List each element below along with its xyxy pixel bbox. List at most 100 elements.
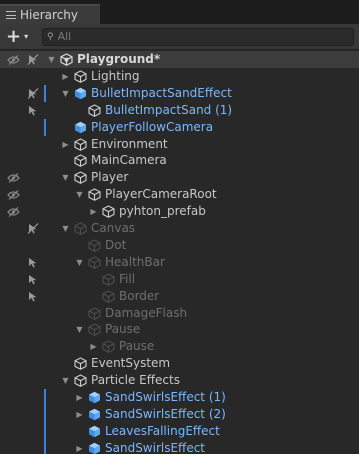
hierarchy-row[interactable]: ▶ Lighting	[0, 68, 359, 85]
visibility-gutter[interactable]	[0, 203, 42, 220]
visibility-gutter[interactable]	[0, 169, 42, 186]
hierarchy-row[interactable]: ▼ HealthBar	[0, 254, 359, 271]
row-label: Canvas	[91, 221, 136, 235]
expand-arrow-down-icon[interactable]: ▼	[61, 89, 70, 98]
visibility-gutter[interactable]	[0, 152, 42, 169]
expand-arrow-down-icon[interactable]: ▼	[75, 258, 84, 267]
gameobject-icon	[88, 239, 101, 252]
pickable-partial-icon[interactable]	[27, 291, 39, 302]
hierarchy-row[interactable]: EventSystem	[0, 355, 359, 372]
hierarchy-row[interactable]: ▶ SandSwirlsEffect (1)	[0, 389, 359, 406]
search-input[interactable]	[57, 30, 328, 43]
hierarchy-row[interactable]: ▶ SandSwirlsEffect (2)	[0, 405, 359, 423]
visibility-gutter[interactable]	[0, 119, 42, 136]
hierarchy-row[interactable]: ▶ pyhton_prefab	[0, 203, 359, 220]
gameobject-icon	[74, 222, 87, 235]
eye-hidden-icon[interactable]	[7, 189, 20, 201]
menu-icon[interactable]	[6, 11, 16, 19]
row-label: BulletImpactSandEffect	[91, 85, 232, 100]
hierarchy-row[interactable]: ▼ BulletImpactSandEffect	[0, 84, 359, 102]
override-indicator	[44, 422, 46, 440]
visibility-gutter[interactable]	[0, 389, 42, 406]
visibility-gutter[interactable]	[0, 68, 42, 85]
expand-arrow-down-icon[interactable]: ▼	[61, 224, 70, 233]
visibility-gutter[interactable]	[0, 102, 42, 119]
eye-hidden-icon[interactable]	[7, 172, 20, 184]
visibility-gutter[interactable]	[0, 136, 42, 153]
expand-arrow-right-icon[interactable]: ▶	[75, 444, 84, 453]
expand-arrow-right-icon[interactable]: ▶	[61, 140, 70, 149]
visibility-gutter[interactable]	[0, 305, 42, 322]
visibility-gutter[interactable]	[0, 186, 42, 203]
hierarchy-row[interactable]: ▼ Particle Effects	[0, 372, 359, 389]
hierarchy-row[interactable]: PlayerFollowCamera	[0, 118, 359, 136]
visibility-gutter[interactable]	[0, 406, 42, 423]
visibility-gutter[interactable]	[0, 338, 42, 355]
hierarchy-row[interactable]: BulletImpactSand (1)	[0, 102, 359, 119]
expand-arrow-down-icon[interactable]: ▼	[61, 376, 70, 385]
gameobject-icon	[102, 340, 115, 354]
scene-row[interactable]: ▼ Playground*	[0, 51, 359, 68]
expand-arrow-right-icon[interactable]: ▶	[89, 342, 98, 351]
visibility-gutter[interactable]	[0, 51, 42, 68]
visibility-gutter[interactable]	[0, 355, 42, 372]
chevron-down-icon: ▾	[24, 32, 29, 41]
hierarchy-row[interactable]: ▶ Environment	[0, 136, 359, 153]
expand-arrow-right-icon[interactable]: ▶	[61, 72, 70, 81]
hierarchy-row[interactable]: LeavesFallingEffect	[0, 422, 359, 440]
prefab-cube-icon	[74, 87, 87, 100]
hierarchy-row[interactable]: ▶ SandSwirlsEffect	[0, 439, 359, 454]
hierarchy-row[interactable]: ▶ Pause	[0, 338, 359, 355]
gameobject-icon	[88, 256, 101, 269]
expand-arrow-down-icon[interactable]: ▼	[61, 173, 70, 182]
pickable-off-icon[interactable]	[27, 223, 39, 234]
eye-hidden-icon[interactable]	[7, 54, 20, 65]
prefab-cube-icon	[88, 408, 101, 421]
row-label: Particle Effects	[91, 373, 180, 388]
expand-arrow-right-icon[interactable]: ▶	[75, 410, 84, 419]
eye-hidden-icon[interactable]	[7, 206, 20, 218]
hierarchy-row[interactable]: Fill	[0, 271, 359, 288]
pickable-partial-icon[interactable]	[27, 105, 39, 116]
visibility-gutter[interactable]	[0, 440, 42, 454]
override-indicator	[44, 118, 46, 136]
expand-arrow-down-icon[interactable]: ▼	[75, 325, 84, 334]
expand-arrow-right-icon[interactable]: ▶	[89, 207, 98, 216]
hierarchy-row[interactable]: DamageFlash	[0, 305, 359, 322]
visibility-gutter[interactable]	[0, 237, 42, 254]
row-label: SandSwirlsEffect	[105, 440, 206, 454]
hierarchy-row[interactable]: ▼ Canvas	[0, 220, 359, 237]
row-label: Border	[119, 288, 160, 303]
visibility-gutter[interactable]	[0, 220, 42, 237]
hierarchy-row[interactable]: Border	[0, 288, 359, 305]
visibility-gutter[interactable]	[0, 271, 42, 288]
search-field[interactable]: ⚲	[42, 27, 354, 46]
hierarchy-row[interactable]: MainCamera	[0, 152, 359, 169]
hierarchy-row[interactable]: ▼ Pause	[0, 321, 359, 338]
row-label: Playground*	[77, 52, 161, 66]
pickable-partial-icon[interactable]	[27, 257, 39, 268]
gameobject-icon	[74, 357, 87, 371]
visibility-gutter[interactable]	[0, 321, 42, 338]
gameobject-icon	[74, 154, 87, 168]
plus-icon: +	[6, 25, 22, 47]
hierarchy-row[interactable]: ▼ PlayerCameraRoot	[0, 186, 359, 203]
expand-arrow-down-icon[interactable]: ▼	[47, 55, 56, 64]
pickable-partial-icon[interactable]	[27, 274, 39, 285]
expand-arrow-right-icon[interactable]: ▶	[75, 393, 84, 402]
visibility-gutter[interactable]	[0, 288, 42, 305]
row-label: SandSwirlsEffect (2)	[105, 406, 226, 421]
pickable-off-icon[interactable]	[27, 54, 39, 65]
row-label: MainCamera	[91, 153, 167, 168]
visibility-gutter[interactable]	[0, 85, 42, 102]
create-button[interactable]: + ▾	[4, 27, 36, 47]
row-label: Dot	[105, 237, 127, 252]
pickable-off-icon[interactable]	[27, 87, 39, 99]
expand-arrow-down-icon[interactable]: ▼	[75, 190, 84, 199]
hierarchy-row[interactable]: Dot	[0, 237, 359, 254]
hierarchy-row[interactable]: ▼ Player	[0, 169, 359, 186]
visibility-gutter[interactable]	[0, 372, 42, 389]
visibility-gutter[interactable]	[0, 423, 42, 440]
tab-hierarchy[interactable]: Hierarchy	[0, 4, 100, 24]
visibility-gutter[interactable]	[0, 254, 42, 271]
